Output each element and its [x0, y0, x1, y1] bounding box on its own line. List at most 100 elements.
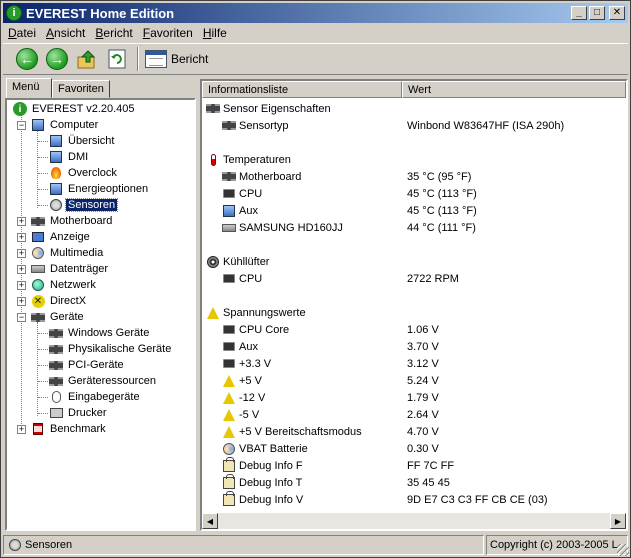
- multimedia-icon: [32, 247, 44, 259]
- table-row[interactable]: VBAT Batterie 0.30 V: [202, 440, 626, 457]
- tree-item-anzeige[interactable]: Anzeige: [31, 229, 92, 245]
- navigation-tree[interactable]: i EVEREST v2.20.405 − Computer Übersicht…: [5, 98, 196, 531]
- tree-item-datentraeger[interactable]: Datenträger: [31, 261, 110, 277]
- menu-hilfe[interactable]: Hilfe: [198, 26, 232, 40]
- back-arrow-icon: ←: [16, 48, 38, 70]
- menu-datei[interactable]: Datei: [3, 26, 41, 40]
- scroll-right-button[interactable]: ▶: [610, 513, 626, 529]
- back-button[interactable]: ←: [15, 47, 39, 71]
- tree-item-physikalische-geraete[interactable]: Physikalische Geräte: [49, 341, 173, 357]
- flame-icon: [51, 167, 61, 179]
- multimedia-expand-toggle[interactable]: +: [17, 249, 26, 258]
- resources-icon: [49, 376, 63, 386]
- benchmark-expand-toggle[interactable]: +: [17, 425, 26, 434]
- motherboard-icon: [222, 172, 236, 181]
- group-temperaturen[interactable]: Temperaturen: [202, 151, 626, 168]
- column-header-informationsliste[interactable]: Informationsliste: [202, 81, 402, 98]
- datentraeger-expand-toggle[interactable]: +: [17, 265, 26, 274]
- menu-ansicht[interactable]: Ansicht: [41, 26, 90, 40]
- table-row[interactable]: +3.3 V 3.12 V: [202, 355, 626, 372]
- table-row[interactable]: Aux 45 °C (113 °F): [202, 202, 626, 219]
- tree-item-geraete[interactable]: Geräte: [31, 309, 86, 325]
- chip-icon: [222, 121, 236, 130]
- table-row[interactable]: -12 V 1.79 V: [202, 389, 626, 406]
- mouse-icon: [51, 391, 61, 403]
- tree-item-dmi[interactable]: DMI: [49, 149, 90, 165]
- display-icon: [32, 232, 44, 242]
- refresh-button[interactable]: [105, 47, 129, 71]
- resize-grip[interactable]: [617, 544, 629, 556]
- directx-expand-toggle[interactable]: +: [17, 297, 26, 306]
- report-label: Bericht: [171, 52, 209, 66]
- tree-line: [37, 322, 38, 416]
- tree-item-overclock[interactable]: Overclock: [49, 165, 119, 181]
- tree-item-eingabegeraete[interactable]: Eingabegeräte: [49, 389, 142, 405]
- report-icon: [145, 50, 167, 68]
- tree-root[interactable]: i EVEREST v2.20.405: [13, 101, 137, 117]
- netzwerk-expand-toggle[interactable]: +: [17, 281, 26, 290]
- tree-item-computer[interactable]: Computer: [31, 117, 100, 133]
- thermometer-icon: [210, 153, 216, 166]
- group-spannungswerte[interactable]: Spannungswerte: [202, 304, 626, 321]
- maximize-button[interactable]: □: [589, 6, 605, 20]
- table-row[interactable]: Sensortyp Winbond W83647HF (ISA 290h): [202, 117, 626, 134]
- title-bar[interactable]: i EVEREST Home Edition _ □ ✕: [3, 3, 628, 23]
- horizontal-scrollbar[interactable]: ◀ ▶: [202, 513, 626, 529]
- everest-info-icon[interactable]: i: [6, 5, 22, 21]
- scroll-left-button[interactable]: ◀: [202, 513, 218, 529]
- menu-favoriten[interactable]: Favoriten: [138, 26, 198, 40]
- printer-icon: [49, 408, 63, 418]
- table-row[interactable]: +5 V 5.24 V: [202, 372, 626, 389]
- directx-icon: ✕: [31, 294, 45, 308]
- group-kuehlluefter[interactable]: Kühllüfter: [202, 253, 626, 270]
- tab-favoriten[interactable]: Favoriten: [52, 80, 110, 98]
- computer-collapse-toggle[interactable]: −: [17, 121, 26, 130]
- report-button[interactable]: Bericht: [145, 50, 208, 68]
- menu-bericht[interactable]: Bericht: [90, 26, 137, 40]
- table-row[interactable]: CPU Core 1.06 V: [202, 321, 626, 338]
- table-row[interactable]: Motherboard 35 °C (95 °F): [202, 168, 626, 185]
- table-row[interactable]: Debug Info T 35 45 45: [202, 473, 626, 491]
- table-row[interactable]: Debug Info F FF 7C FF: [202, 456, 626, 474]
- tree-item-directx[interactable]: ✕ DirectX: [31, 293, 88, 309]
- tree-item-motherboard[interactable]: Motherboard: [31, 213, 114, 229]
- tab-menu[interactable]: Menü: [6, 78, 52, 98]
- anzeige-expand-toggle[interactable]: +: [17, 233, 26, 242]
- sensor-icon: [50, 199, 62, 211]
- motherboard-expand-toggle[interactable]: +: [17, 217, 26, 226]
- forward-button[interactable]: →: [45, 47, 69, 71]
- aux-icon: [223, 204, 235, 217]
- table-row[interactable]: CPU 45 °C (113 °F): [202, 185, 626, 202]
- folder-up-icon: [77, 50, 96, 69]
- tree-item-netzwerk[interactable]: Netzwerk: [31, 277, 98, 293]
- geraete-collapse-toggle[interactable]: −: [17, 313, 26, 322]
- toolbar-separator: [137, 47, 139, 71]
- scroll-track[interactable]: [218, 513, 610, 529]
- sensor-icon: [9, 539, 21, 551]
- pci-device-icon: [49, 360, 63, 370]
- device-icon: [49, 328, 63, 338]
- table-row[interactable]: Debug Info V 9D E7 C3 C3 FF CB CE (03): [202, 490, 626, 508]
- tree-item-pci-geraete[interactable]: PCI-Geräte: [49, 357, 126, 373]
- table-row[interactable]: -5 V 2.64 V: [202, 406, 626, 423]
- table-row[interactable]: +5 V Bereitschaftsmodus 4.70 V: [202, 423, 626, 440]
- up-button[interactable]: [75, 47, 99, 71]
- table-row[interactable]: SAMSUNG HD160JJ 44 °C (111 °F): [202, 219, 626, 236]
- tree-item-geraeteressourcen[interactable]: Geräteressourcen: [49, 373, 158, 389]
- tree-item-uebersicht[interactable]: Übersicht: [49, 133, 116, 149]
- table-row[interactable]: CPU 2722 RPM: [202, 270, 626, 287]
- voltage-warning-icon: [207, 306, 219, 319]
- tree-item-energieoptionen[interactable]: Energieoptionen: [49, 181, 150, 197]
- group-sensor-eigenschaften[interactable]: Sensor Eigenschaften: [202, 100, 626, 117]
- tree-item-sensoren[interactable]: Sensoren: [49, 197, 119, 213]
- minimize-button[interactable]: _: [571, 6, 587, 20]
- tree-item-drucker[interactable]: Drucker: [49, 405, 109, 421]
- column-header-wert[interactable]: Wert: [402, 81, 626, 98]
- tree-item-benchmark[interactable]: Benchmark: [31, 421, 108, 437]
- app-window: i EVEREST Home Edition _ □ ✕ Datei Ansic…: [0, 0, 631, 558]
- table-row[interactable]: Aux 3.70 V: [202, 338, 626, 355]
- tree-item-windows-geraete[interactable]: Windows Geräte: [49, 325, 151, 341]
- tree-item-multimedia[interactable]: Multimedia: [31, 245, 105, 261]
- close-button[interactable]: ✕: [609, 6, 625, 20]
- debug-lock-icon: [223, 456, 235, 472]
